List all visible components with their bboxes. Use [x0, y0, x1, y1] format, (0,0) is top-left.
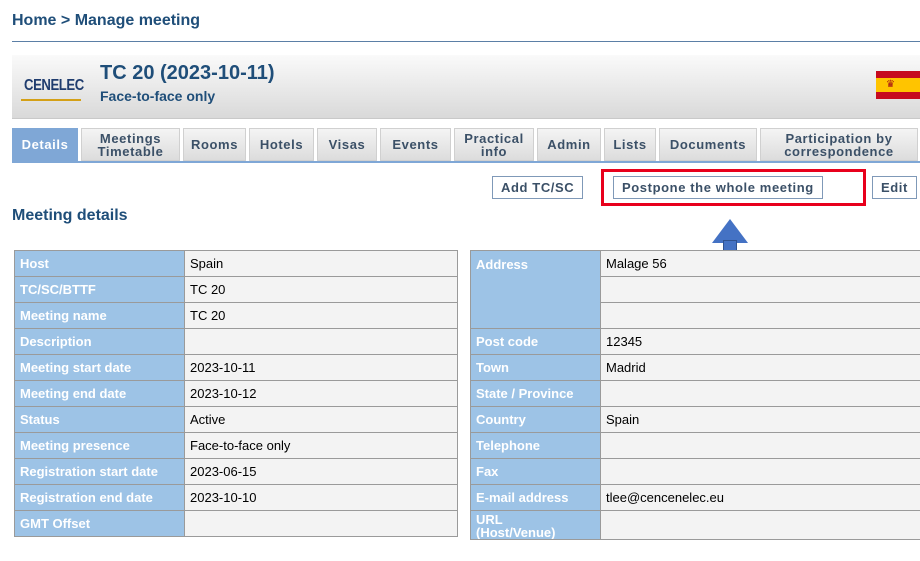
tab-visas[interactable]: Visas — [317, 128, 377, 161]
add-tc-sc-button[interactable]: Add TC/SC — [492, 176, 584, 199]
field-value: 2023-10-12 — [184, 380, 458, 407]
tab-admin[interactable]: Admin — [537, 128, 601, 161]
highlight-annotation — [601, 169, 866, 206]
edit-button[interactable]: Edit — [872, 176, 917, 199]
meeting-title: TC 20 (2023-10-11) — [100, 62, 275, 84]
table-row: Meeting end date 2023-10-12 — [14, 380, 458, 407]
field-label: E-mail address — [470, 484, 601, 511]
meeting-details-table: Host Spain TC/SC/BTTF TC 20 Meeting name TC 2… — [14, 250, 458, 537]
tab-details[interactable]: Details — [12, 128, 78, 161]
logo-underline — [21, 99, 81, 101]
field-label: Registration start date — [14, 458, 185, 485]
field-value: TC 20 — [184, 276, 458, 303]
tab-practical-info[interactable]: Practical info — [454, 128, 534, 161]
field-label: Fax — [470, 458, 601, 485]
url-label: URL (Host/Venue) — [470, 510, 601, 540]
table-row: Host Spain — [14, 250, 458, 277]
meeting-header: CENELEC TC 20 (2023-10-11) Face-to-face … — [12, 55, 920, 119]
address-line: Malage 56 — [600, 250, 920, 277]
field-value: 12345 — [600, 328, 920, 355]
table-row: Fax — [470, 458, 920, 485]
field-label: Host — [14, 250, 185, 277]
coat-of-arms-icon: ♛ — [886, 79, 895, 90]
breadcrumb[interactable]: Home > Manage meeting — [12, 12, 200, 30]
field-label: GMT Offset — [14, 510, 185, 537]
field-label: Status — [14, 406, 185, 433]
field-label: Meeting start date — [14, 354, 185, 381]
table-row: Telephone — [470, 432, 920, 459]
tab-underline — [12, 161, 920, 163]
cenelec-logo: CENELEC — [16, 55, 86, 119]
field-value — [184, 328, 458, 355]
field-value: Face-to-face only — [184, 432, 458, 459]
table-row: GMT Offset — [14, 510, 458, 537]
address-line — [600, 302, 920, 329]
field-value: 2023-10-10 — [184, 484, 458, 511]
field-value: Spain — [600, 406, 920, 433]
table-row: Meeting start date 2023-10-11 — [14, 354, 458, 381]
field-value — [184, 510, 458, 537]
table-row: Registration end date 2023-10-10 — [14, 484, 458, 511]
table-row: Meeting name TC 20 — [14, 302, 458, 329]
table-row: Status Active — [14, 406, 458, 433]
field-label: Registration end date — [14, 484, 185, 511]
table-row: Meeting presence Face-to-face only — [14, 432, 458, 459]
field-value — [600, 458, 920, 485]
spain-flag-icon: ♛ — [876, 71, 920, 99]
field-label: Country — [470, 406, 601, 433]
tab-lists[interactable]: Lists — [604, 128, 656, 161]
field-value — [600, 432, 920, 459]
field-label: TC/SC/BTTF — [14, 276, 185, 303]
table-row: State / Province — [470, 380, 920, 407]
table-row: Post code 12345 — [470, 328, 920, 355]
tab-documents[interactable]: Documents — [659, 128, 757, 161]
table-row: Description — [14, 328, 458, 355]
field-label: Post code — [470, 328, 601, 355]
address-line — [600, 276, 920, 303]
field-label: State / Province — [470, 380, 601, 407]
table-row: Town Madrid — [470, 354, 920, 381]
field-value: TC 20 — [184, 302, 458, 329]
address-label: Address — [470, 250, 601, 329]
field-value: Madrid — [600, 354, 920, 381]
tab-bar: Details Meetings Timetable Rooms Hotels Visa… — [12, 128, 920, 161]
meeting-presence-subtitle: Face-to-face only — [100, 88, 216, 104]
url-value — [600, 510, 920, 540]
field-label: Meeting name — [14, 302, 185, 329]
logo-text: CENELEC — [24, 77, 84, 94]
table-row: URL (Host/Venue) — [470, 510, 920, 540]
tab-meetings-timetable[interactable]: Meetings Timetable — [81, 128, 180, 161]
section-title: Meeting details — [12, 207, 128, 224]
field-label: Town — [470, 354, 601, 381]
table-row: Registration start date 2023-06-15 — [14, 458, 458, 485]
field-value: 2023-10-11 — [184, 354, 458, 381]
breadcrumb-divider — [12, 41, 920, 42]
table-row: E-mail address tlee@cencenelec.eu — [470, 484, 920, 511]
field-label: Meeting presence — [14, 432, 185, 459]
field-value: 2023-06-15 — [184, 458, 458, 485]
field-value: Spain — [184, 250, 458, 277]
venue-details-table: Address Malage 56 Post code 12345 Town Madrid… — [470, 250, 920, 540]
tab-hotels[interactable]: Hotels — [249, 128, 314, 161]
table-row: TC/SC/BTTF TC 20 — [14, 276, 458, 303]
field-value: Active — [184, 406, 458, 433]
tab-participation-by-correspondence[interactable]: Participation by correspondence — [760, 128, 918, 161]
field-label: Telephone — [470, 432, 601, 459]
table-row: Country Spain — [470, 406, 920, 433]
table-row: Address Malage 56 — [470, 250, 920, 329]
tab-rooms[interactable]: Rooms — [183, 128, 246, 161]
field-label: Meeting end date — [14, 380, 185, 407]
field-value: tlee@cencenelec.eu — [600, 484, 920, 511]
field-value — [600, 380, 920, 407]
tab-events[interactable]: Events — [380, 128, 451, 161]
field-label: Description — [14, 328, 185, 355]
